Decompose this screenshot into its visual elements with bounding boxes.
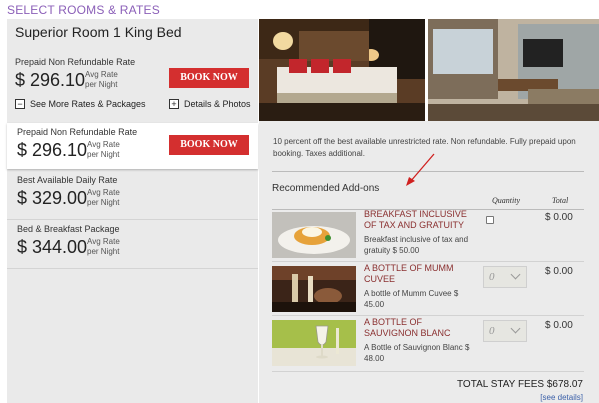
book-now-button[interactable]: BOOK NOW xyxy=(169,68,249,88)
total-stay-fees: TOTAL STAY FEES $678.07 xyxy=(457,379,583,390)
avg-rate-label: Avg Rate per Night xyxy=(87,237,120,256)
see-more-rates-link[interactable]: − See More Rates & Packages xyxy=(15,99,146,109)
wine-thumbnail xyxy=(272,320,356,366)
rate-price: $ 344.00 xyxy=(17,237,88,257)
addon-total: $ 0.00 xyxy=(545,266,573,277)
rate-price: $ 329.00 xyxy=(17,188,88,208)
addon-total: $ 0.00 xyxy=(545,212,573,223)
avg-rate-label: Avg Rate per Night xyxy=(87,188,120,207)
annotation-arrow-icon xyxy=(406,153,435,186)
addon-description: A bottle of Mumm Cuvee $ 45.00 xyxy=(364,289,459,309)
addon-name: BREAKFAST INCLUSIVE OF TAX AND GRATUITY xyxy=(364,209,467,230)
rate-name: Bed & Breakfast Package xyxy=(17,224,120,234)
divider xyxy=(272,261,584,262)
quantity-header: Quantity xyxy=(492,196,520,205)
sauvignon-quantity-select[interactable]: 0 xyxy=(483,320,527,342)
addon-name: A BOTTLE OF MUMM CUVEE xyxy=(364,263,454,284)
addon-row-sauvignon: A BOTTLE OF SAUVIGNON BLANC A Bottle of … xyxy=(272,317,587,366)
details-photos-link[interactable]: + Details & Photos xyxy=(169,99,251,109)
book-now-button[interactable]: BOOK NOW xyxy=(169,135,249,155)
addons-title: Recommended Add-ons xyxy=(272,183,380,194)
rate-price: $ 296.10 xyxy=(17,140,88,160)
section-header: SELECT ROOMS & RATES xyxy=(7,3,160,17)
addon-name: A BOTTLE OF SAUVIGNON BLANC xyxy=(364,317,451,338)
chevron-down-icon xyxy=(510,323,521,334)
divider xyxy=(272,315,584,316)
breakfast-checkbox[interactable] xyxy=(486,216,494,224)
avg-rate-label: Avg Rate per Night xyxy=(85,70,118,89)
rates-column: Superior Room 1 King Bed Prepaid Non Ref… xyxy=(7,19,258,403)
mumm-quantity-select[interactable]: 0 xyxy=(483,266,527,288)
total-header: Total xyxy=(552,196,569,205)
room-card: Superior Room 1 King Bed Prepaid Non Ref… xyxy=(7,19,258,121)
rate-name: Best Available Daily Rate xyxy=(17,175,118,185)
room-title: Superior Room 1 King Bed xyxy=(15,24,182,40)
addon-row-mumm: A BOTTLE OF MUMM CUVEE A bottle of Mumm … xyxy=(272,263,587,312)
rate-price: $ 296.10 xyxy=(15,70,86,90)
minus-box-icon: − xyxy=(15,99,25,109)
breakfast-thumbnail xyxy=(272,212,356,258)
rate-option[interactable]: Bed & Breakfast Package $ 344.00 Avg Rat… xyxy=(7,220,258,268)
see-details-link[interactable]: [see details] xyxy=(540,393,583,402)
room-photo-bedroom[interactable] xyxy=(259,19,425,121)
champagne-thumbnail xyxy=(272,266,356,312)
plus-box-icon: + xyxy=(169,99,179,109)
rate-option[interactable]: Best Available Daily Rate $ 329.00 Avg R… xyxy=(7,171,258,219)
addon-description: A Bottle of Sauvignon Blanc $ 48.00 xyxy=(364,343,470,363)
room-photo-living[interactable] xyxy=(428,19,599,121)
chevron-down-icon xyxy=(510,269,521,280)
addon-total: $ 0.00 xyxy=(545,320,573,331)
addon-row-breakfast: BREAKFAST INCLUSIVE OF TAX AND GRATUITY … xyxy=(272,209,587,258)
rate-option-selected[interactable]: Prepaid Non Refundable Rate $ 296.10 Avg… xyxy=(7,123,258,169)
divider xyxy=(7,268,258,269)
rate-name: Prepaid Non Refundable Rate xyxy=(17,127,138,137)
addon-description: Breakfast inclusive of tax and gratuity … xyxy=(364,235,469,255)
avg-rate-label: Avg Rate per Night xyxy=(87,140,120,159)
divider xyxy=(272,371,584,372)
rate-name: Prepaid Non Refundable Rate xyxy=(15,57,136,67)
